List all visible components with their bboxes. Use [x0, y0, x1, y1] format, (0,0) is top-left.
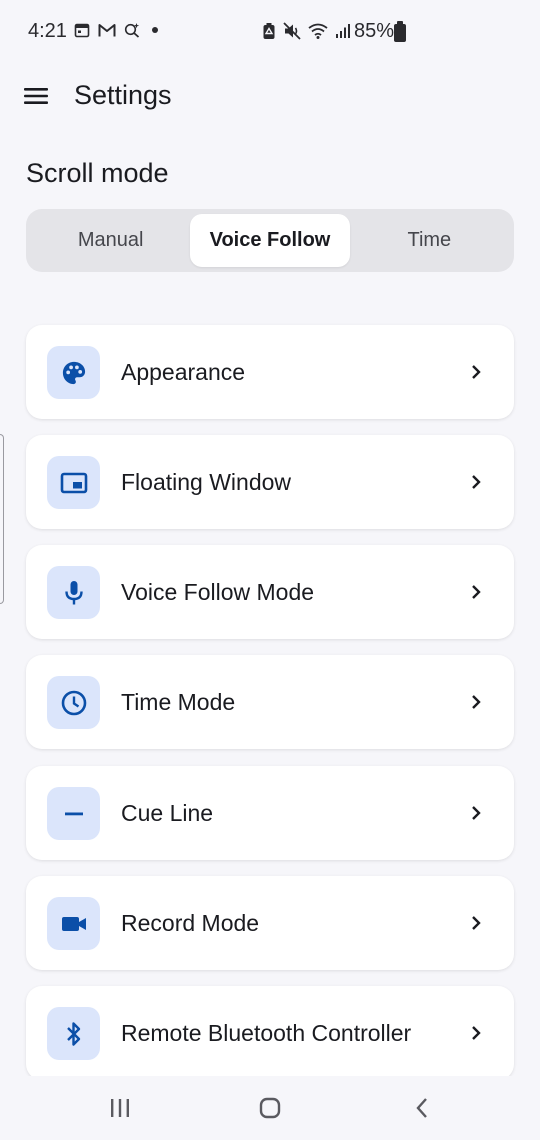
segment-manual[interactable]: Manual — [31, 214, 190, 267]
mute-icon — [283, 22, 301, 40]
menu-button[interactable] — [14, 74, 58, 118]
picture-in-picture-icon — [60, 472, 87, 493]
chevron-right-icon — [466, 913, 486, 933]
segment-time[interactable]: Time — [350, 214, 509, 267]
more-notifications-dot — [152, 27, 158, 33]
status-system-icons — [262, 22, 351, 40]
time-mode-label: Time Mode — [121, 688, 236, 715]
minus-icon — [64, 812, 83, 815]
back-button[interactable] — [402, 1092, 442, 1124]
time-mode-item[interactable]: Time Mode — [26, 655, 514, 749]
time-mode-icon-tile — [47, 676, 100, 729]
chevron-right-icon — [466, 472, 486, 492]
chevron-right-icon — [466, 582, 486, 602]
home-icon — [259, 1097, 281, 1119]
voice-follow-mode-label: Voice Follow Mode — [121, 578, 315, 605]
floating-window-item[interactable]: Floating Window — [26, 435, 514, 529]
scroll-mode-selector: Manual Voice Follow Time — [26, 209, 514, 272]
status-time: 4:21 — [28, 20, 67, 42]
chevron-right-icon — [466, 692, 486, 712]
record-mode-icon-tile — [47, 897, 100, 950]
palette-icon — [62, 361, 85, 384]
cue-line-item[interactable]: Cue Line — [26, 766, 514, 860]
voice-follow-mode-item[interactable]: Voice Follow Mode — [26, 545, 514, 639]
home-button[interactable] — [250, 1092, 290, 1124]
microphone-icon — [64, 580, 83, 604]
clock-icon — [61, 690, 86, 715]
back-icon — [416, 1098, 427, 1118]
settings-screen: 4:21 85% Settings Scroll mode Manual Voi… — [0, 0, 540, 1140]
floating-window-icon-tile — [47, 456, 100, 509]
status-bar: 4:21 85% — [0, 0, 540, 64]
status-notification-icons — [74, 22, 158, 38]
cue-line-icon-tile — [47, 787, 100, 840]
remote-bluetooth-controller-label: Remote Bluetooth Controller — [121, 1019, 412, 1046]
menu-icon — [24, 88, 48, 104]
edge-panel-handle[interactable] — [0, 434, 4, 604]
voice-follow-icon-tile — [47, 566, 100, 619]
appearance-label: Appearance — [121, 358, 246, 385]
top-app-bar: Settings — [0, 64, 540, 128]
battery-icon — [394, 21, 406, 42]
recents-icon — [111, 1099, 129, 1117]
gmail-icon — [98, 23, 116, 36]
scroll-mode-title: Scroll mode — [26, 158, 169, 188]
bluetooth-icon — [66, 1021, 80, 1046]
system-navigation-bar — [0, 1076, 540, 1140]
battery-saver-icon — [263, 23, 275, 39]
cue-line-label: Cue Line — [121, 799, 214, 826]
page-title: Settings — [74, 80, 172, 110]
wifi-icon — [308, 23, 328, 39]
chevron-right-icon — [466, 803, 486, 823]
battery-percent: 85% — [354, 20, 395, 42]
calendar-icon — [74, 23, 90, 38]
appearance-icon-tile — [47, 346, 100, 399]
record-mode-label: Record Mode — [121, 909, 260, 936]
remote-bluetooth-controller-item[interactable]: Remote Bluetooth Controller — [26, 986, 514, 1080]
assistant-icon — [124, 23, 140, 38]
chevron-right-icon — [466, 362, 486, 382]
signal-icon — [336, 24, 350, 38]
bluetooth-icon-tile — [47, 1007, 100, 1060]
floating-window-label: Floating Window — [121, 468, 292, 495]
videocam-icon — [61, 916, 86, 931]
appearance-item[interactable]: Appearance — [26, 325, 514, 419]
recents-button[interactable] — [100, 1092, 140, 1124]
segment-voice-follow[interactable]: Voice Follow — [190, 214, 350, 267]
chevron-right-icon — [466, 1023, 486, 1043]
record-mode-item[interactable]: Record Mode — [26, 876, 514, 970]
